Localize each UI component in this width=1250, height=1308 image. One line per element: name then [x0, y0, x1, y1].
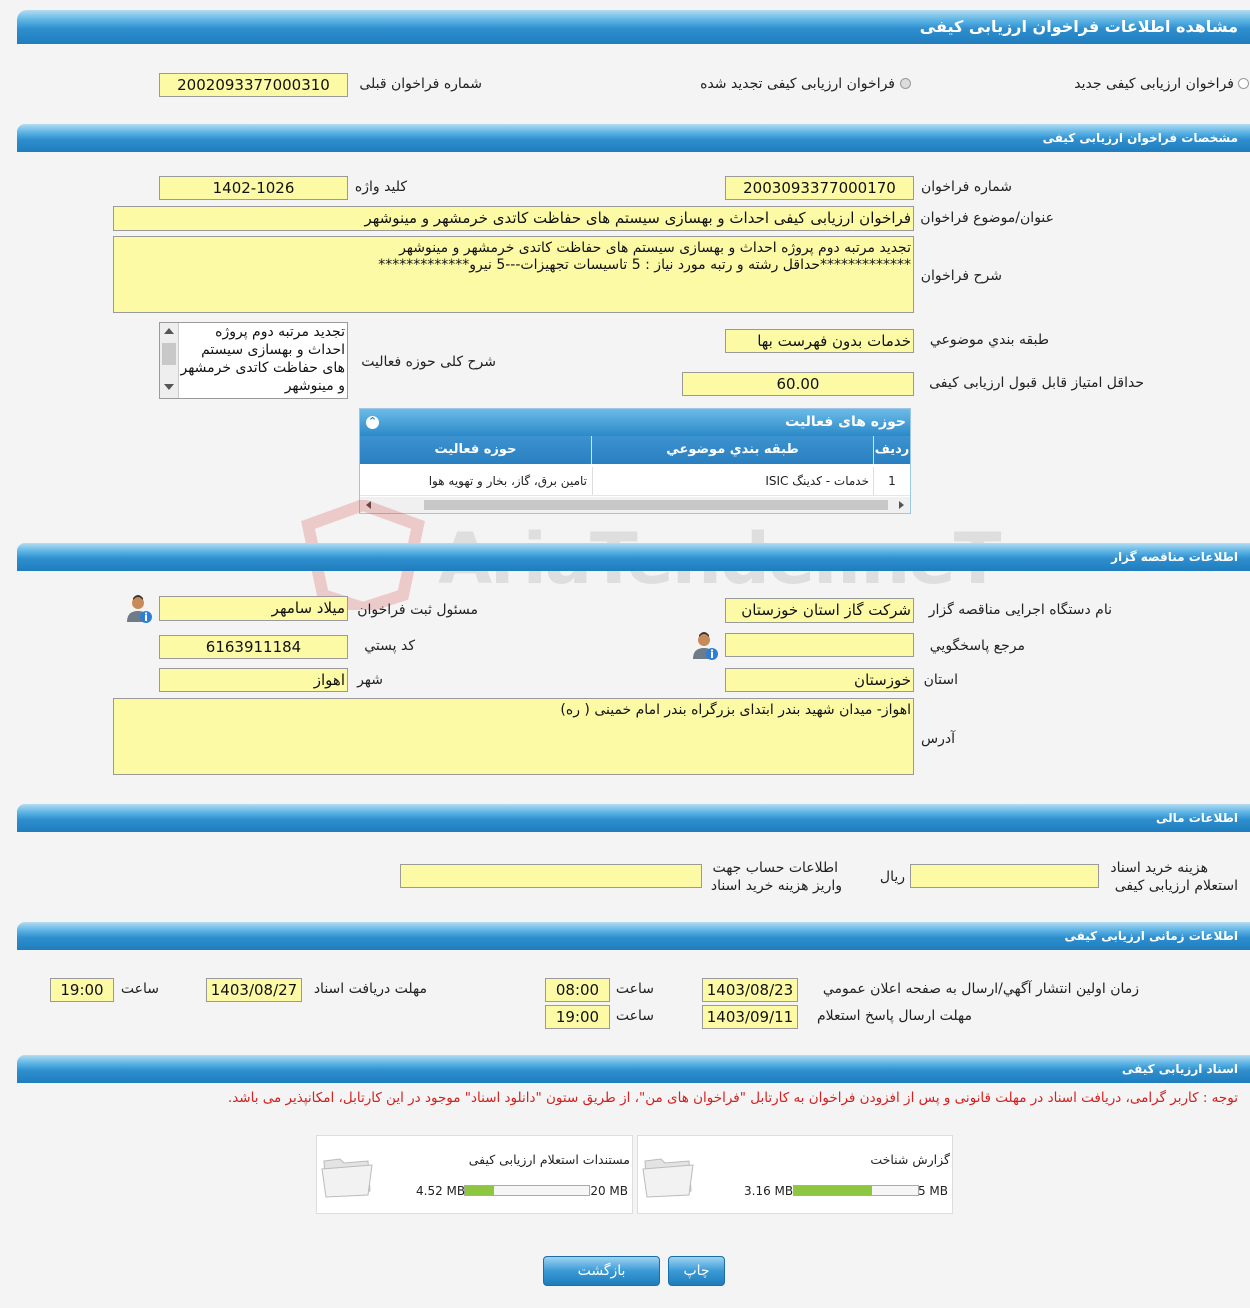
file-size: 3.16 MB: [744, 1184, 794, 1198]
file-name: گزارش شناخت: [870, 1152, 950, 1167]
docs-header: اسناد ارزیابی کیفی: [17, 1055, 1250, 1083]
timing-header: اطلاعات زمانی ارزيابی کيفی: [17, 922, 1250, 950]
publish-date-field: 1403/08/23: [702, 978, 798, 1002]
org-label: نام دستگاه اجرایی مناقصه گزار: [928, 602, 1112, 618]
activity-grid-title: حوزه های فعالیت: [785, 414, 906, 430]
radio-renewed-label: فراخوان ارزیابی کیفی تجدید شده: [700, 76, 895, 92]
deadline-time-label: ساعت: [120, 981, 159, 997]
reference-label: مرجع پاسخگويي: [929, 638, 1025, 654]
province-field: خوزستان: [725, 668, 914, 692]
table-row[interactable]: 1 خدمات - کدینگ ISIC تامین برق، گاز، بخا…: [360, 467, 910, 496]
fee-field: [910, 864, 1099, 888]
rial-label: ريال: [879, 869, 905, 885]
folder-icon: [642, 1158, 694, 1198]
radio-new-label: فراخوان ارزیابی کیفی جدید: [1074, 76, 1234, 92]
print-button[interactable]: چاپ: [668, 1256, 725, 1286]
col-header-category[interactable]: طبقه بندي موضوعي: [591, 436, 873, 464]
file-progress-bar: [464, 1185, 590, 1196]
page-title: مشاهده اطلاعات فراخوان ارزیابی کیفی: [17, 10, 1250, 44]
reply-time-label: ساعت: [615, 1008, 654, 1024]
activity-textarea[interactable]: تجدید مرتبه دوم پروژه احداث و بهسازی سیس…: [159, 322, 348, 399]
subject-label: عنوان/موضوع فراخوان: [920, 210, 1054, 226]
deadline-label: مهلت دريافت اسناد: [313, 981, 427, 997]
organizer-header: اطلاعات مناقصه گزار: [17, 543, 1250, 571]
scroll-thumb[interactable]: [162, 343, 176, 365]
grid-hscrollbar[interactable]: [360, 497, 910, 513]
file-max-size: 5 MB: [917, 1184, 948, 1198]
postal-field: 6163911184: [159, 635, 348, 659]
prev-number-label: شماره فراخوان قبلی: [359, 76, 482, 92]
account-field: [400, 864, 702, 888]
back-button[interactable]: بازگشت: [543, 1256, 660, 1286]
file-size: 4.52 MB: [416, 1184, 466, 1198]
radio-renewed[interactable]: [900, 78, 911, 89]
file-card[interactable]: مستندات استعلام ارزيابی کيفی 20 MB 4.52 …: [316, 1135, 633, 1214]
collapse-icon[interactable]: ⌃: [366, 416, 379, 429]
activity-grid-header: حوزه های فعالیت ⌃: [360, 409, 910, 436]
category-field: خدمات بدون فهرست بها: [725, 329, 914, 353]
activity-grid: حوزه های فعالیت ⌃ رديف طبقه بندي موضوعي …: [359, 408, 911, 514]
reference-field: [725, 633, 914, 657]
file-progress-bar: [793, 1185, 919, 1196]
description-field: تجدید مرتبه دوم پروژه احداث و بهسازی سیس…: [113, 236, 914, 313]
reference-user-info-icon[interactable]: [691, 631, 719, 661]
deadline-date-field: 1403/08/27: [206, 978, 302, 1002]
city-label: شهر: [357, 672, 383, 688]
cell-row-num: 1: [873, 467, 910, 495]
publish-label: زمان اولین انتشار آگهي/ارسال به صفحه اعل…: [822, 981, 1139, 997]
province-label: استان: [923, 672, 958, 688]
account-label-1: اطلاعات حساب جهت: [712, 860, 838, 876]
scroll-down-icon[interactable]: [164, 384, 174, 390]
file-card[interactable]: گزارش شناخت 5 MB 3.16 MB: [637, 1135, 953, 1214]
scroll-up-icon[interactable]: [164, 328, 174, 334]
activity-scrollbar[interactable]: [160, 323, 179, 398]
reply-time-field: 19:00: [545, 1005, 610, 1029]
keyword-field: 1402-1026: [159, 176, 348, 200]
cell-category: خدمات - کدینگ ISIC: [592, 467, 873, 495]
spec-header: مشخصات فراخوان ارزيابی کيفی: [17, 124, 1250, 152]
category-label: طبقه بندي موضوعي: [929, 332, 1049, 348]
reply-date-field: 1403/09/11: [702, 1005, 798, 1029]
folder-icon: [321, 1158, 373, 1198]
min-score-field: 60.00: [682, 372, 914, 396]
number-field: 2003093377000170: [725, 176, 914, 200]
registrar-user-info-icon[interactable]: [125, 594, 153, 624]
account-label-2: واريز هزینه خرید اسناد: [710, 878, 842, 894]
file-progress-fill: [794, 1186, 873, 1195]
publish-time-field: 08:00: [545, 978, 610, 1002]
number-label: شماره فراخوان: [921, 179, 1012, 195]
subject-field: فراخوان ارزیابی کیفی احداث و بهسازی سیست…: [113, 206, 914, 231]
scroll-left-icon[interactable]: [366, 501, 371, 509]
postal-label: کد پستي: [364, 638, 415, 654]
org-field: شرکت گاز استان خوزستان: [725, 598, 914, 623]
fee-label-2: استعلام ارزيابی کيفی: [1114, 878, 1238, 894]
min-score-label: حداقل امتیاز قابل قبول ارزیابی کیفی: [929, 375, 1144, 391]
reply-label: مهلت ارسال پاسخ استعلام: [816, 1008, 972, 1024]
fee-label-1: هزینه خرید اسناد: [1110, 860, 1208, 876]
address-field: اهواز- میدان شهید بندر ابتدای بزرگراه بن…: [113, 698, 914, 775]
description-label: شرح فراخوان: [920, 268, 1002, 284]
registrar-label: مسئول ثبت فراخوان: [357, 602, 478, 618]
activity-label: شرح کلی حوزه فعالیت: [361, 354, 496, 370]
prev-number-field: 2002093377000310: [159, 73, 348, 97]
file-progress-fill: [465, 1186, 494, 1195]
finance-header: اطلاعات مالی: [17, 804, 1250, 832]
col-header-activity[interactable]: حوزه فعالیت: [360, 436, 591, 464]
docs-notice: توجه : کاربر گرامی، دریافت اسناد در مهلت…: [227, 1090, 1238, 1106]
file-max-size: 20 MB: [590, 1184, 628, 1198]
hscroll-thumb[interactable]: [424, 500, 888, 510]
registrar-field: میلاد سامهر: [159, 596, 348, 621]
scroll-right-icon[interactable]: [899, 501, 904, 509]
keyword-label: کلید واژه: [354, 179, 407, 195]
publish-time-label: ساعت: [615, 981, 654, 997]
col-header-row-num[interactable]: رديف: [873, 436, 910, 464]
cell-activity: تامین برق، گاز، بخار و تهویه هوا: [428, 474, 587, 488]
radio-new[interactable]: [1238, 78, 1249, 89]
file-name: مستندات استعلام ارزيابی کيفی: [468, 1152, 630, 1167]
activity-text: تجدید مرتبه دوم پروژه احداث و بهسازی سیس…: [180, 324, 345, 394]
deadline-time-field: 19:00: [50, 978, 114, 1002]
city-field: اهواز: [159, 668, 348, 692]
grid-col-header-row: رديف طبقه بندي موضوعي حوزه فعالیت: [360, 436, 910, 464]
address-label: آدرس: [921, 731, 955, 747]
